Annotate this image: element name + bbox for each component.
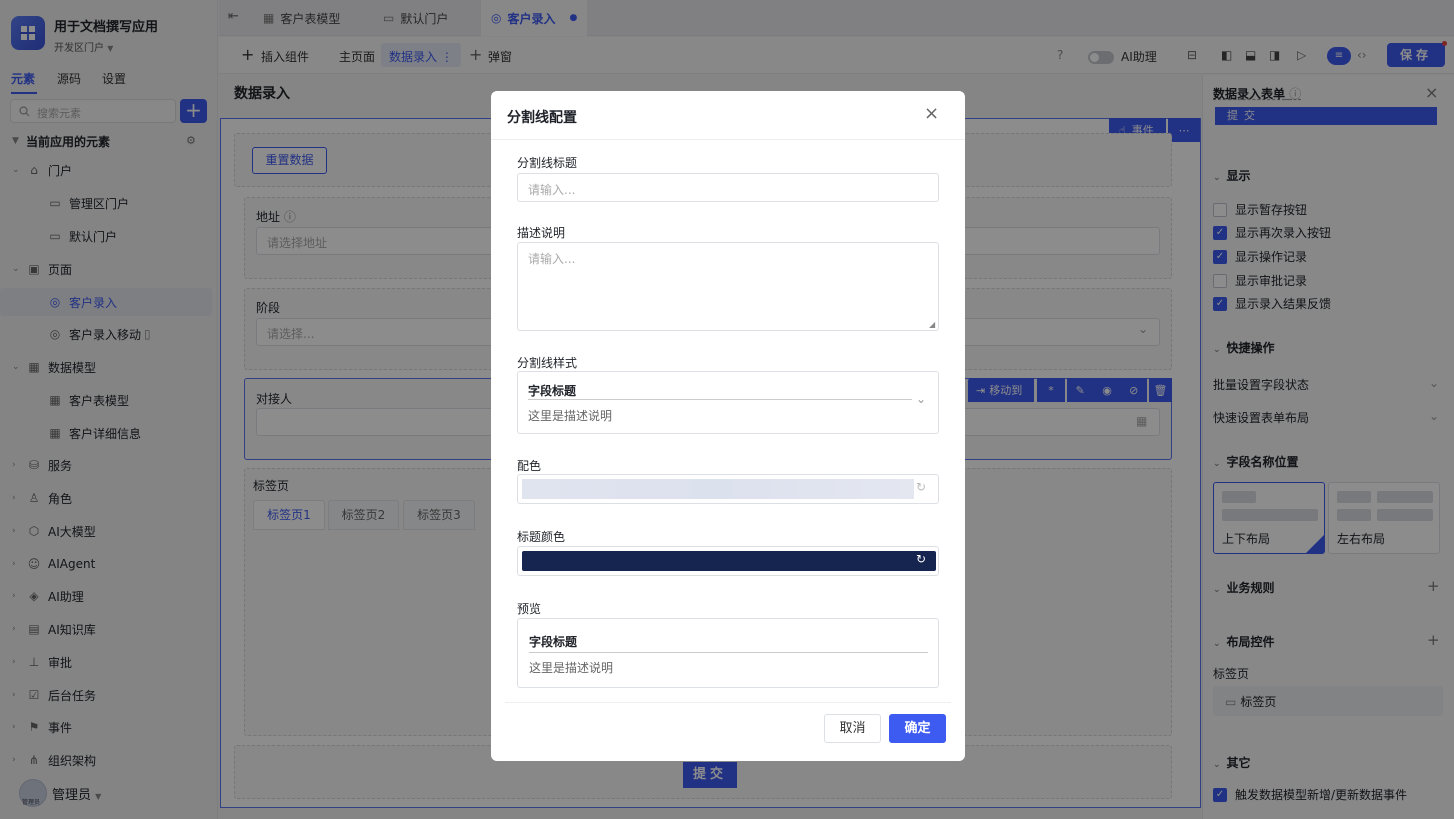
title-label: 分割线标题 <box>517 156 578 170</box>
preview-desc: 这里是描述说明 <box>529 661 614 675</box>
desc-label: 描述说明 <box>517 226 566 240</box>
ok-button[interactable]: 确定 <box>889 714 946 743</box>
desc-textarea[interactable]: 请输入... <box>517 242 939 331</box>
style-select[interactable]: 字段标题 这里是描述说明 ⌄ <box>517 371 939 434</box>
chevron-down-icon: ⌄ <box>916 392 927 406</box>
reset-icon: ↻ <box>916 480 927 494</box>
close-icon[interactable]: × <box>924 103 939 124</box>
color-picker[interactable]: ↻ <box>517 474 939 504</box>
divider-config-dialog: 分割线配置 × 分割线标题 请输入... 描述说明 请输入... ◢ 分割线样式… <box>491 91 965 761</box>
resize-handle-icon[interactable]: ◢ <box>929 320 935 329</box>
divider <box>491 139 965 140</box>
divider <box>505 702 951 703</box>
reset-icon: ↻ <box>916 552 927 566</box>
color-label: 配色 <box>517 459 542 473</box>
preview-box: 字段标题 这里是描述说明 <box>517 618 939 688</box>
title-color-picker[interactable]: ↻ <box>517 546 939 576</box>
preview-label: 预览 <box>517 602 542 616</box>
title-input[interactable]: 请输入... <box>517 173 939 202</box>
preview-divider <box>529 652 928 653</box>
style-label: 分割线样式 <box>517 356 578 370</box>
title-color-label: 标题颜色 <box>517 530 566 544</box>
preview-title: 字段标题 <box>529 635 578 649</box>
cancel-button[interactable]: 取消 <box>824 714 881 743</box>
dialog-title: 分割线配置 <box>507 110 577 126</box>
